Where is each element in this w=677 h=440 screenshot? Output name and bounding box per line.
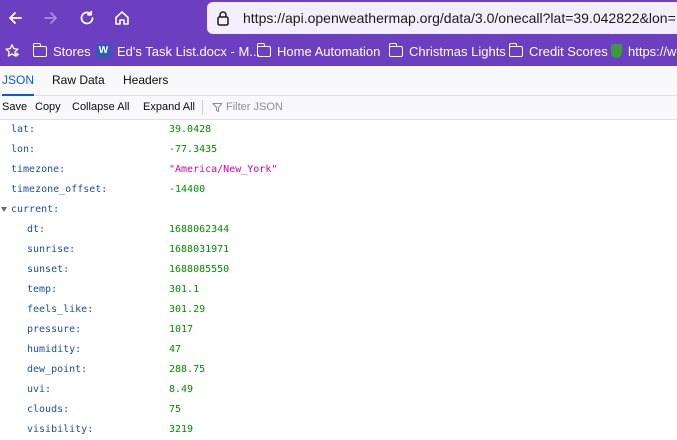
home-button[interactable] (109, 5, 135, 31)
filter-json-input[interactable]: Filter JSON (226, 96, 283, 119)
json-row[interactable]: clouds: 75 (0, 400, 677, 420)
expand-toggle-icon[interactable] (1, 207, 7, 212)
json-key: temp: (27, 284, 58, 295)
json-value: "America/New_York" (169, 164, 278, 175)
json-row[interactable]: timezone: "America/New_York" (0, 160, 677, 180)
json-value: 3219 (169, 424, 194, 435)
forward-arrow-icon (44, 12, 57, 24)
json-row[interactable]: current: (0, 200, 677, 220)
json-row[interactable]: dew_point: 288.75 (0, 360, 677, 380)
filter-icon (212, 103, 223, 112)
tab-json[interactable]: JSON (2, 66, 35, 96)
json-row[interactable]: visibility: 3219 (0, 420, 677, 440)
json-value: 8.49 (169, 384, 194, 395)
json-row[interactable]: feels_like: 301.29 (0, 300, 677, 320)
json-row[interactable]: temp: 301.1 (0, 280, 677, 300)
json-row[interactable]: lat: 39.0428 (0, 120, 677, 140)
json-value: 47 (169, 344, 182, 355)
bookmark-label: Credit Scores (529, 43, 608, 59)
browser-toolbar: https://api.openweathermap.org/data/3.0/… (0, 0, 677, 36)
json-value: 1688085550 (169, 264, 230, 275)
back-arrow-icon (9, 12, 22, 24)
json-row[interactable]: humidity: 47 (0, 340, 677, 360)
json-key: lat: (11, 124, 36, 135)
json-value: 301.1 (169, 284, 200, 295)
bookmark-label: https://w (628, 43, 677, 59)
json-row[interactable]: sunset: 1688085550 (0, 260, 677, 280)
json-key: uvi: (27, 384, 52, 395)
reload-button[interactable] (74, 5, 100, 31)
json-row[interactable]: pressure: 1017 (0, 320, 677, 340)
copy-button[interactable]: Copy (35, 96, 61, 119)
json-key: timezone: (11, 164, 66, 175)
json-key: sunrise: (27, 244, 76, 255)
bookmark-stores[interactable]: Stores (32, 42, 91, 60)
tab-headers[interactable]: Headers (123, 66, 168, 95)
bookmarks-star-button[interactable] (4, 42, 20, 60)
json-value: 288.75 (169, 364, 206, 375)
json-row[interactable]: timezone_offset: -14400 (0, 180, 677, 200)
json-value: -14400 (169, 184, 206, 195)
json-value: 1688031971 (169, 244, 230, 255)
folder-icon (508, 42, 523, 57)
bookmark-label: Ed's Task List.docx - M... (117, 43, 261, 59)
json-value: -77.3435 (169, 144, 218, 155)
reload-icon (80, 10, 94, 25)
bookmark-url[interactable]: https://w (611, 42, 676, 60)
forward-button[interactable] (38, 5, 64, 31)
collapse-all-button[interactable]: Collapse All (72, 96, 129, 119)
url-text: https://api.openweathermap.org/data/3.0/… (243, 10, 676, 26)
toolbar-divider (202, 100, 203, 115)
json-value: 1017 (169, 324, 194, 335)
folder-icon (32, 42, 47, 57)
save-button[interactable]: Save (2, 96, 27, 119)
json-key: feels_like: (27, 304, 94, 315)
shield-icon (611, 44, 622, 58)
bookmark-credit-scores[interactable]: Credit Scores (508, 42, 608, 60)
bookmark-christmas-lights[interactable]: Christmas Lights (388, 42, 506, 60)
json-key: lon: (11, 144, 36, 155)
json-row[interactable]: uvi: 8.49 (0, 380, 677, 400)
json-value: 39.0428 (169, 124, 212, 135)
expand-all-button[interactable]: Expand All (143, 96, 195, 119)
home-icon (115, 11, 129, 25)
json-key: dew_point: (27, 364, 88, 375)
bookmark-label: Home Automation (277, 43, 381, 59)
lock-icon (217, 11, 229, 26)
json-action-bar: Save Copy Collapse All Expand All Filter… (0, 96, 677, 120)
tab-raw-data[interactable]: Raw Data (52, 66, 105, 95)
bookmark-label: Stores (53, 43, 91, 59)
json-key: sunset: (27, 264, 70, 275)
address-bar[interactable]: https://api.openweathermap.org/data/3.0/… (207, 2, 677, 34)
viewer-tabs: JSON Raw Data Headers (0, 66, 677, 96)
back-button[interactable] (2, 5, 28, 31)
json-key: visibility: (27, 424, 94, 435)
json-key: humidity: (27, 344, 82, 355)
folder-icon (388, 42, 403, 57)
bookmark-label: Christmas Lights (409, 43, 506, 59)
word-doc-icon: W (96, 44, 111, 58)
bookmark-word-doc[interactable]: W Ed's Task List.docx - M... (96, 42, 260, 60)
folder-icon (256, 42, 271, 57)
json-value: 301.29 (169, 304, 206, 315)
bookmark-home-automation[interactable]: Home Automation (256, 42, 381, 60)
json-value: 75 (169, 404, 182, 415)
json-row[interactable]: sunrise: 1688031971 (0, 240, 677, 260)
star-bookmark-icon (5, 44, 19, 57)
json-key: dt: (27, 224, 46, 235)
json-row[interactable]: lon: -77.3435 (0, 140, 677, 160)
json-value: 1688062344 (169, 224, 230, 235)
bookmarks-bar: Stores W Ed's Task List.docx - M... Home… (0, 36, 677, 66)
json-key: current: (11, 204, 60, 215)
json-key: timezone_offset: (11, 184, 108, 195)
json-key: pressure: (27, 324, 82, 335)
json-key: clouds: (27, 404, 70, 415)
json-row[interactable]: dt: 1688062344 (0, 220, 677, 240)
